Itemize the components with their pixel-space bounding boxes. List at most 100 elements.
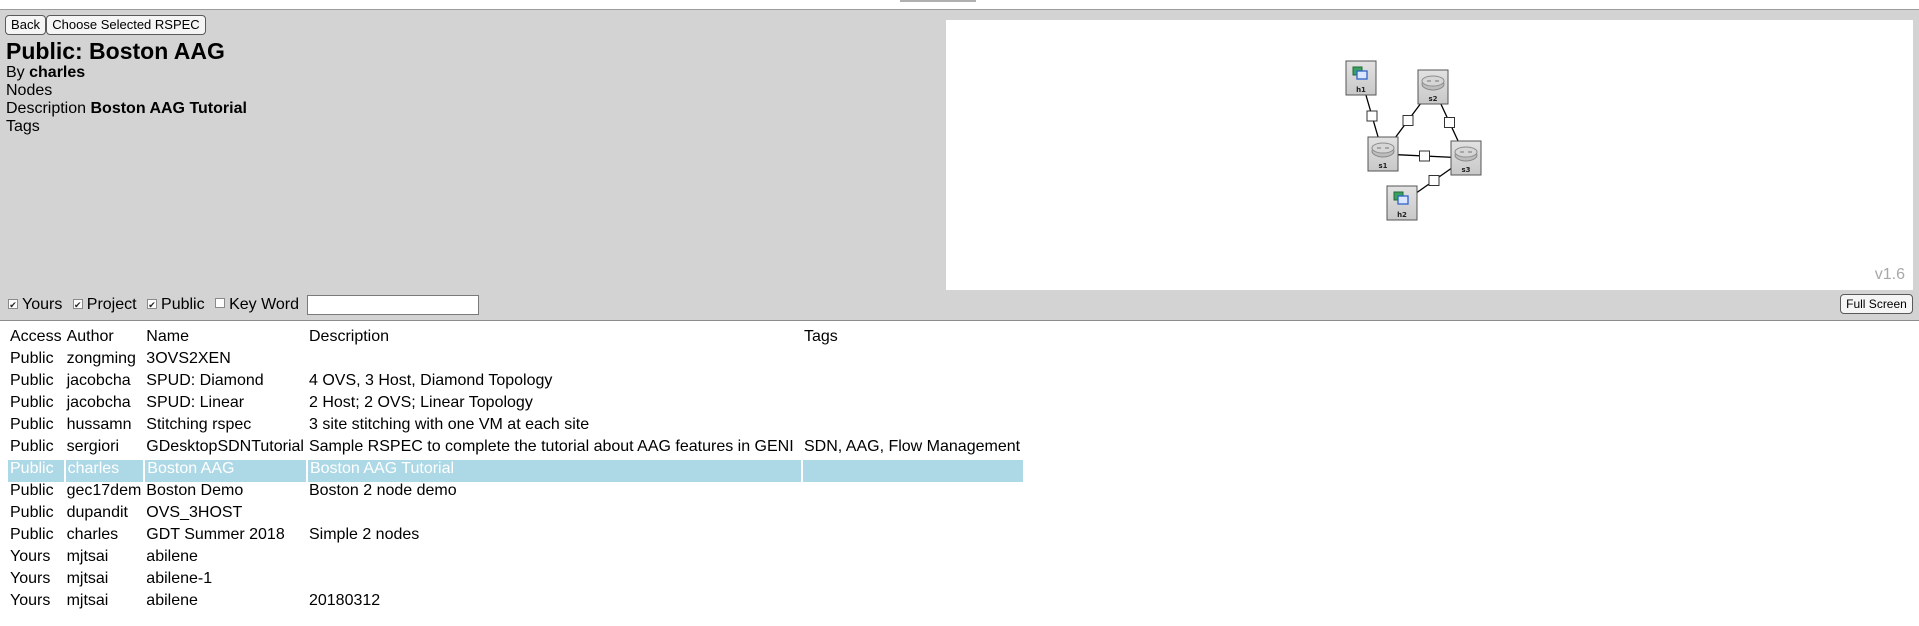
table-row[interactable]: Yours mjtsai abilene — [8, 548, 1023, 570]
topology-canvas[interactable]: h1 s2 s1 s3 h2 v1.6 — [946, 20, 1913, 290]
table-header-row: Access Author Name Description Tags — [8, 328, 1023, 350]
cell-author: hussamn — [66, 416, 132, 433]
full-screen-button[interactable]: Full Screen — [1840, 294, 1913, 314]
link-interface-box[interactable] — [1402, 115, 1414, 126]
cell-access: Public — [10, 372, 54, 389]
cell-tags — [801, 460, 1024, 482]
back-button[interactable]: Back — [5, 15, 46, 35]
table-row[interactable]: Public zongming 3OVS2XEN — [8, 350, 1023, 372]
cell-author: jacobcha — [66, 372, 131, 389]
cell-description — [307, 570, 802, 592]
node-label: s3 — [1461, 166, 1470, 174]
rspec-title: Public: Boston AAG — [6, 38, 225, 64]
node-label: s2 — [1428, 95, 1437, 103]
cell-author: mjtsai — [66, 592, 109, 609]
cell-author: zongming — [66, 350, 136, 367]
description-value: Boston AAG Tutorial — [90, 100, 247, 117]
link-interface-box[interactable] — [1444, 117, 1455, 128]
table-row[interactable]: Public gec17dem Boston Demo Boston 2 node d… — [8, 482, 1023, 504]
cell-description — [307, 548, 802, 570]
tags-line: Tags — [6, 118, 40, 136]
cell-description: 4 OVS, 3 Host, Diamond Topology — [308, 372, 553, 389]
cell-access: Public — [10, 350, 54, 367]
cell-author: dupandit — [66, 504, 128, 521]
cell-author: charles — [64, 460, 146, 482]
cell-access: Public — [10, 438, 54, 455]
yours-label: Yours — [22, 296, 63, 313]
cell-name: SPUD: Diamond — [146, 372, 264, 389]
cell-tags: SDN, AAG, Flow Management — [803, 438, 1021, 455]
cell-access: Public — [10, 394, 54, 411]
cell-tags — [802, 350, 1023, 372]
keyword-checkbox[interactable] — [215, 298, 226, 308]
table-row[interactable]: Public sergiori GDesktopSDNTutorial Sample … — [8, 438, 1023, 460]
table-row[interactable]: Yours mjtsai abilene-1 — [8, 570, 1023, 592]
table-row[interactable]: Public dupandit OVS_3HOST — [8, 504, 1023, 526]
cell-name: SPUD: Linear — [146, 394, 245, 411]
cell-access: Yours — [10, 570, 51, 587]
table-row[interactable]: Public hussamn Stitching rspec 3 site stitc… — [8, 416, 1023, 438]
node-s3[interactable]: s3 — [1450, 140, 1482, 176]
table-row[interactable]: Public charles GDT Summer 2018 Simple 2 nod… — [8, 526, 1023, 548]
link-interface-box[interactable] — [1366, 110, 1378, 122]
node-s2[interactable]: s2 — [1417, 69, 1449, 105]
node-label: h1 — [1356, 86, 1366, 94]
cell-access: Yours — [10, 592, 51, 609]
node-label: s1 — [1378, 162, 1387, 170]
filter-project[interactable]: ✔ Project — [72, 294, 137, 316]
project-label: Project — [86, 296, 137, 313]
choose-selected-rspec-button[interactable]: Choose Selected RSPEC — [46, 15, 206, 35]
cell-access: Yours — [10, 548, 51, 565]
filter-row: ✔ Yours ✔ Project ✔ Public Key Word — [8, 294, 480, 316]
rspec-header-panel: Back Choose Selected RSPEC Public: Bosto… — [0, 10, 1919, 321]
tags-header: Tags — [803, 328, 838, 345]
cell-description: 20180312 — [308, 592, 381, 609]
cell-author: jacobcha — [66, 394, 131, 411]
cell-tags — [802, 548, 1023, 570]
filter-keyword[interactable]: Key Word — [215, 294, 299, 316]
table-row[interactable]: Public jacobcha SPUD: Linear 2 Host; 2 OVS;… — [8, 394, 1023, 416]
cell-description — [307, 504, 802, 526]
cell-name: GDesktopSDNTutorial — [146, 438, 304, 455]
project-checkbox[interactable]: ✔ — [72, 299, 83, 310]
cell-tags — [802, 482, 1023, 504]
cell-tags — [802, 570, 1023, 592]
filter-public[interactable]: ✔ Public — [147, 294, 205, 316]
tags-label: Tags — [6, 118, 40, 135]
node-h2[interactable]: h2 — [1386, 185, 1418, 221]
cell-name: OVS_3HOST — [146, 504, 243, 521]
link-interface-box[interactable] — [1419, 150, 1430, 162]
cell-description: Simple 2 nodes — [308, 526, 420, 543]
rspec-table: Access Author Name Description Tags Publ… — [8, 328, 1024, 614]
cell-description: Boston 2 node demo — [308, 482, 457, 499]
cell-access: Public — [8, 460, 66, 482]
table-row[interactable]: Public charles Boston AAG Boston AAG Tutori… — [8, 460, 1024, 482]
author-header: Author — [66, 328, 114, 345]
cell-author: mjtsai — [66, 548, 109, 565]
table-row[interactable]: Yours mjtsai abilene 20180312 — [8, 592, 1023, 614]
cell-name: Boston Demo — [146, 482, 244, 499]
public-checkbox[interactable]: ✔ — [147, 299, 158, 310]
cell-author: mjtsai — [66, 570, 109, 587]
top-strip-mark — [900, 0, 976, 2]
node-s1[interactable]: s1 — [1367, 136, 1399, 172]
link-interface-box[interactable] — [1428, 175, 1440, 186]
cell-name: abilene — [146, 592, 198, 609]
cell-name: Stitching rspec — [146, 416, 252, 433]
table-row[interactable]: Public jacobcha SPUD: Diamond 4 OVS, 3 Host… — [8, 372, 1023, 394]
cell-name: 3OVS2XEN — [146, 350, 231, 367]
keyword-input[interactable] — [307, 294, 480, 315]
switch-icon — [1454, 146, 1478, 162]
cell-description: Boston AAG Tutorial — [306, 460, 803, 482]
node-h1[interactable]: h1 — [1345, 60, 1377, 96]
cell-description: Sample RSPEC to complete the tutorial ab… — [308, 438, 794, 455]
yours-checkbox[interactable]: ✔ — [8, 299, 18, 310]
filter-yours[interactable]: ✔ Yours — [8, 294, 62, 316]
cell-access: Public — [10, 504, 54, 521]
description-header: Description — [308, 328, 390, 345]
cell-author: sergiori — [66, 438, 120, 455]
cell-name: abilene — [146, 548, 198, 565]
topology-diagram[interactable]: h1 s2 s1 s3 h2 — [946, 20, 1913, 290]
version-label: v1.6 — [1874, 266, 1905, 283]
cell-access: Public — [10, 416, 54, 433]
